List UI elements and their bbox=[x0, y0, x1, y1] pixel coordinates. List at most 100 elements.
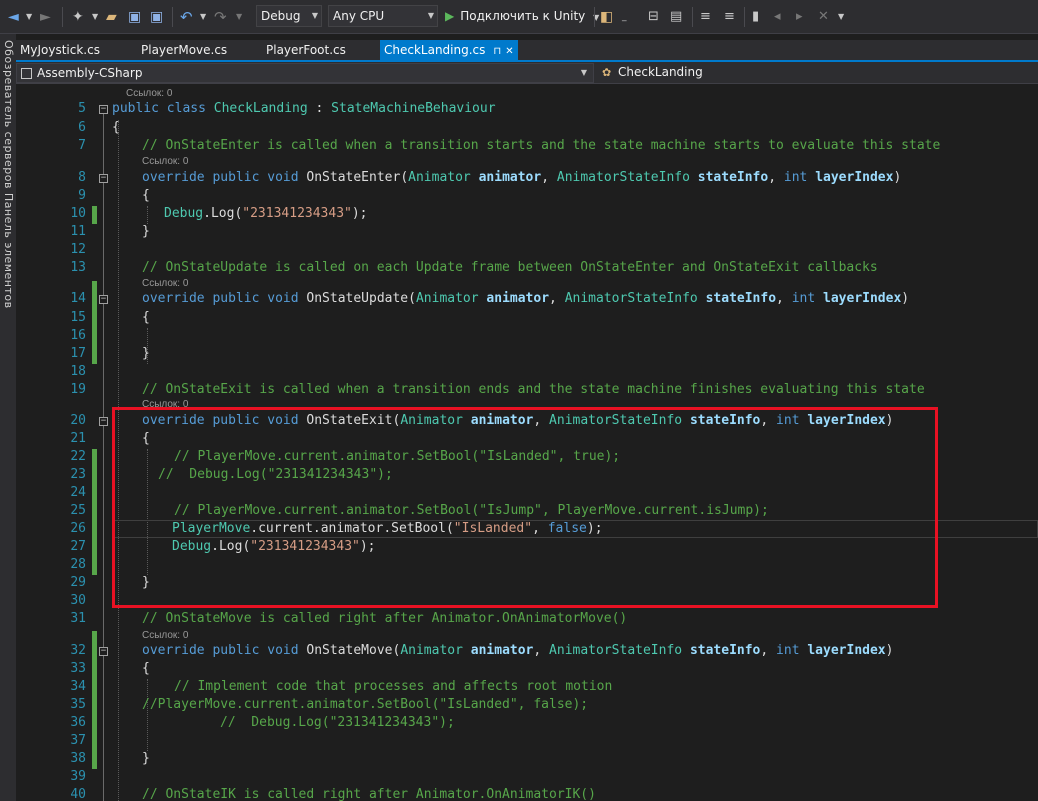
project-value: Assembly-CSharp bbox=[37, 66, 143, 80]
line-number: 28 bbox=[70, 557, 86, 572]
collapse-icon[interactable]: − bbox=[99, 174, 108, 183]
code-line: { bbox=[142, 310, 150, 325]
collapse-icon[interactable]: − bbox=[99, 417, 108, 426]
chevron-down-icon: ▼ bbox=[311, 11, 318, 20]
line-number: 30 bbox=[70, 593, 86, 608]
line-number: 32 bbox=[70, 643, 86, 658]
bookmark-icon[interactable]: ▮ bbox=[752, 9, 759, 25]
new-dropdown-icon[interactable]: ▼ bbox=[92, 9, 98, 25]
code-line: public class CheckLanding : StateMachine… bbox=[112, 101, 496, 116]
platform-value: Any CPU bbox=[333, 9, 385, 23]
pin-icon[interactable]: ⊓ bbox=[493, 46, 501, 57]
project-icon bbox=[21, 68, 32, 79]
code-line: } bbox=[142, 224, 150, 239]
member-select[interactable]: ✿ CheckLanding bbox=[596, 63, 1038, 83]
change-marker bbox=[92, 281, 97, 364]
next-bookmark-icon[interactable]: ▸ bbox=[796, 9, 803, 25]
unity-dropdown-icon[interactable]: _ bbox=[622, 9, 627, 25]
code-line: { bbox=[142, 188, 150, 203]
code-line: } bbox=[142, 346, 150, 361]
toolbar-separator bbox=[594, 7, 595, 27]
code-comment: // OnStateExit is called when a transiti… bbox=[142, 382, 925, 397]
line-number: 5 bbox=[78, 101, 86, 116]
line-number: 24 bbox=[70, 485, 86, 500]
project-select[interactable]: Assembly-CSharp ▼ bbox=[16, 63, 594, 83]
code-line: { bbox=[142, 661, 150, 676]
line-number: 34 bbox=[70, 679, 86, 694]
unity-project-icon[interactable]: ◧ bbox=[600, 9, 613, 25]
tab-playermove[interactable]: PlayerMove.cs bbox=[137, 40, 259, 60]
line-number: 20 bbox=[70, 413, 86, 428]
open-folder-icon[interactable]: ▰ bbox=[106, 9, 117, 25]
tab-label: CheckLanding.cs bbox=[384, 43, 486, 57]
code-editor[interactable]: 5 6 7 8 9 10 11 12 13 14 15 16 17 18 19 … bbox=[16, 84, 1038, 801]
configuration-select[interactable]: Debug ▼ bbox=[256, 5, 322, 27]
line-number: 33 bbox=[70, 661, 86, 676]
configuration-value: Debug bbox=[261, 9, 301, 23]
left-strip-label[interactable]: Обозреватель серверов Панель элементов bbox=[2, 40, 15, 309]
line-number: 31 bbox=[70, 611, 86, 626]
redo-dropdown-icon[interactable]: ▼ bbox=[236, 9, 242, 25]
line-number: 19 bbox=[70, 382, 86, 397]
references-codelens[interactable]: Ссылок: 0 bbox=[142, 630, 188, 641]
references-codelens[interactable]: Ссылок: 0 bbox=[126, 88, 172, 99]
outdent-icon[interactable]: ≡ bbox=[700, 9, 711, 25]
change-marker bbox=[92, 206, 97, 224]
line-number: 27 bbox=[70, 539, 86, 554]
line-number: 38 bbox=[70, 751, 86, 766]
line-number: 10 bbox=[70, 206, 86, 221]
toolbar-separator bbox=[692, 7, 693, 27]
navigation-bar: Assembly-CSharp ▼ ✿ CheckLanding bbox=[16, 62, 1038, 84]
code-line: override public void OnStateUpdate(Anima… bbox=[142, 291, 910, 306]
member-value: CheckLanding bbox=[618, 65, 703, 79]
undo-icon[interactable]: ↶ bbox=[180, 9, 193, 25]
toolbar-overflow-icon[interactable]: ▼ bbox=[838, 9, 844, 25]
line-number: 26 bbox=[70, 521, 86, 536]
toolbar-separator bbox=[62, 7, 63, 27]
redo-icon[interactable]: ↷ bbox=[214, 9, 227, 25]
red-annotation-box bbox=[112, 407, 938, 608]
collapse-icon[interactable]: − bbox=[99, 647, 108, 656]
undo-dropdown-icon[interactable]: ▼ bbox=[200, 9, 206, 25]
collapse-icon[interactable]: − bbox=[99, 295, 108, 304]
bookmark-list-icon[interactable]: ▤ bbox=[670, 9, 682, 25]
code-comment: // OnStateUpdate is called on each Updat… bbox=[142, 260, 878, 275]
references-codelens[interactable]: Ссылок: 0 bbox=[142, 278, 188, 289]
new-project-icon[interactable]: ✦ bbox=[72, 9, 84, 25]
line-number: 14 bbox=[70, 291, 86, 306]
references-codelens[interactable]: Ссылок: 0 bbox=[142, 156, 188, 167]
code-line: } bbox=[142, 751, 150, 766]
back-icon[interactable]: ◄ bbox=[8, 9, 19, 25]
tab-label: MyJoystick.cs bbox=[20, 43, 100, 57]
clear-bookmarks-icon[interactable]: ✕ bbox=[818, 9, 829, 25]
indent-icon[interactable]: ≡ bbox=[724, 9, 735, 25]
tab-label: PlayerMove.cs bbox=[141, 43, 228, 57]
save-icon[interactable]: ▣ bbox=[128, 9, 141, 25]
attach-unity-label: Подключить к Unity bbox=[460, 9, 586, 23]
toolbar: ◄ ▼ ► ✦ ▼ ▰ ▣ ▣ ↶ ▼ ↷ ▼ Debug ▼ Any CPU … bbox=[0, 0, 1038, 34]
line-number: 16 bbox=[70, 328, 86, 343]
back-dropdown-icon[interactable]: ▼ bbox=[26, 9, 32, 25]
forward-icon[interactable]: ► bbox=[40, 9, 51, 25]
left-tool-strip: Обозреватель серверов Панель элементов bbox=[0, 34, 16, 801]
code-line: override public void OnStateEnter(Animat… bbox=[142, 170, 902, 185]
platform-select[interactable]: Any CPU ▼ bbox=[328, 5, 438, 27]
line-number: 22 bbox=[70, 449, 86, 464]
comment-icon[interactable]: ⊟ bbox=[648, 9, 659, 25]
chevron-down-icon: ▼ bbox=[427, 11, 434, 20]
previous-bookmark-icon[interactable]: ◂ bbox=[774, 9, 781, 25]
class-icon: ✿ bbox=[602, 66, 612, 79]
line-number: 23 bbox=[70, 467, 86, 482]
attach-unity-button[interactable]: ▶ Подключить к Unity ▼ bbox=[445, 5, 599, 27]
collapse-icon[interactable]: − bbox=[99, 105, 108, 114]
tab-checklanding[interactable]: CheckLanding.cs ⊓ ✕ bbox=[380, 40, 518, 60]
tab-myjoystick[interactable]: MyJoystick.cs bbox=[16, 40, 136, 60]
line-number: 40 bbox=[70, 787, 86, 801]
save-all-icon[interactable]: ▣ bbox=[150, 9, 163, 25]
close-icon[interactable]: ✕ bbox=[505, 46, 513, 57]
line-number: 18 bbox=[70, 364, 86, 379]
chevron-down-icon: ▼ bbox=[580, 68, 587, 77]
code-comment: //PlayerMove.current.animator.SetBool("I… bbox=[142, 697, 589, 712]
tab-playerfoot[interactable]: PlayerFoot.cs bbox=[262, 40, 380, 60]
play-icon: ▶ bbox=[445, 9, 455, 23]
